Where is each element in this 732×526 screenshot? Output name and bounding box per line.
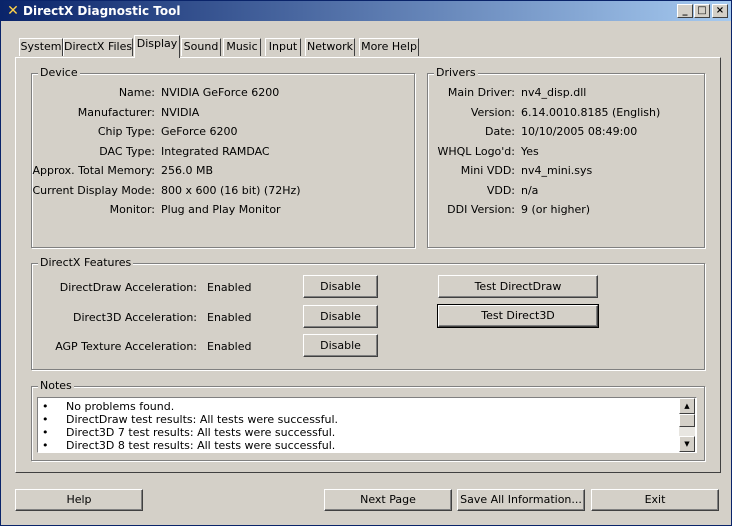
notes-scrollbar[interactable]: ▲ ▼ xyxy=(679,398,695,452)
tab-input[interactable]: Input xyxy=(265,38,301,56)
mini-vdd-value: nv4_mini.sys xyxy=(521,164,593,177)
tab-directx-files[interactable]: DirectX Files xyxy=(63,38,133,56)
drivers-group-title: Drivers xyxy=(434,66,478,79)
directx-app-icon: ✕ xyxy=(7,3,19,19)
close-button[interactable]: × xyxy=(712,4,728,18)
direct3d-acceleration-label: Direct3D Acceleration: xyxy=(73,311,197,324)
tab-display[interactable]: Display xyxy=(134,35,180,58)
test-direct3d-button[interactable]: Test Direct3D xyxy=(437,304,599,328)
tab-music[interactable]: Music xyxy=(223,38,261,56)
vdd-value: n/a xyxy=(521,184,539,197)
directdraw-disable-button[interactable]: Disable xyxy=(303,275,378,298)
direct3d-disable-button[interactable]: Disable xyxy=(303,305,378,328)
notes-list[interactable]: • No problems found. • DirectDraw test r… xyxy=(37,397,697,453)
driver-date-label: Date: xyxy=(485,125,515,138)
tab-sound[interactable]: Sound xyxy=(181,38,221,56)
drivers-group: Drivers xyxy=(427,66,705,248)
device-memory-value: 256.0 MB xyxy=(161,164,214,177)
device-group: Device xyxy=(31,66,415,248)
main-driver-value: nv4_disp.dll xyxy=(521,86,587,99)
notes-title: Notes xyxy=(38,379,74,392)
next-page-button[interactable]: Next Page xyxy=(324,489,452,511)
title-bar: ✕ DirectX Diagnostic Tool _ □ × xyxy=(1,1,731,21)
agp-texture-acceleration-status: Enabled xyxy=(207,340,252,353)
device-chip-type-value: GeForce 6200 xyxy=(161,125,238,138)
device-monitor-value: Plug and Play Monitor xyxy=(161,203,281,216)
tab-more-help[interactable]: More Help xyxy=(359,38,419,56)
driver-date-value: 10/10/2005 08:49:00 xyxy=(521,125,638,138)
bullet-icon: • xyxy=(42,426,49,439)
directdraw-acceleration-label: DirectDraw Acceleration: xyxy=(59,281,197,294)
help-button[interactable]: Help xyxy=(15,489,143,511)
agp-texture-acceleration-label: AGP Texture Acceleration: xyxy=(55,340,197,353)
bullet-icon: • xyxy=(42,413,49,426)
device-memory-label: Approx. Total Memory: xyxy=(32,164,156,177)
device-manufacturer-label: Manufacturer: xyxy=(77,106,155,119)
directdraw-acceleration-status: Enabled xyxy=(207,281,252,294)
mini-vdd-label: Mini VDD: xyxy=(460,164,515,177)
whql-value: Yes xyxy=(521,145,539,158)
directx-diagnostic-window: ✕ DirectX Diagnostic Tool _ □ × System D… xyxy=(0,0,732,526)
driver-version-label: Version: xyxy=(470,106,515,119)
device-monitor-label: Monitor: xyxy=(109,203,155,216)
main-driver-label: Main Driver: xyxy=(447,86,515,99)
bullet-icon: • xyxy=(42,439,49,452)
device-name-value: NVIDIA GeForce 6200 xyxy=(161,86,280,99)
device-display-mode-value: 800 x 600 (16 bit) (72Hz) xyxy=(161,184,301,197)
device-dac-type-value: Integrated RAMDAC xyxy=(161,145,270,158)
device-group-title: Device xyxy=(38,66,80,79)
device-chip-type-label: Chip Type: xyxy=(97,125,155,138)
device-display-mode-label: Current Display Mode: xyxy=(32,184,155,197)
vdd-label: VDD: xyxy=(486,184,515,197)
exit-button[interactable]: Exit xyxy=(591,489,719,511)
tab-network[interactable]: Network xyxy=(305,38,355,56)
ddi-version-label: DDI Version: xyxy=(447,203,515,216)
bullet-icon: • xyxy=(42,400,49,413)
device-dac-type-label: DAC Type: xyxy=(99,145,155,158)
maximize-button[interactable]: □ xyxy=(694,4,710,18)
scroll-thumb[interactable] xyxy=(679,414,695,427)
test-directdraw-button[interactable]: Test DirectDraw xyxy=(438,275,598,298)
device-name-label: Name: xyxy=(118,86,155,99)
minimize-button[interactable]: _ xyxy=(677,4,693,18)
scroll-up-icon[interactable]: ▲ xyxy=(679,398,695,414)
window-title: DirectX Diagnostic Tool xyxy=(23,4,181,18)
scroll-down-icon[interactable]: ▼ xyxy=(679,436,695,452)
directx-features-title: DirectX Features xyxy=(38,256,134,269)
save-all-information-button[interactable]: Save All Information... xyxy=(457,489,585,511)
direct3d-acceleration-status: Enabled xyxy=(207,311,252,324)
driver-version-value: 6.14.0010.8185 (English) xyxy=(521,106,661,119)
tab-system[interactable]: System xyxy=(19,38,63,56)
agp-disable-button[interactable]: Disable xyxy=(303,334,378,357)
whql-label: WHQL Logo'd: xyxy=(437,145,515,158)
device-manufacturer-value: NVIDIA xyxy=(161,106,200,119)
ddi-version-value: 9 (or higher) xyxy=(521,203,591,216)
